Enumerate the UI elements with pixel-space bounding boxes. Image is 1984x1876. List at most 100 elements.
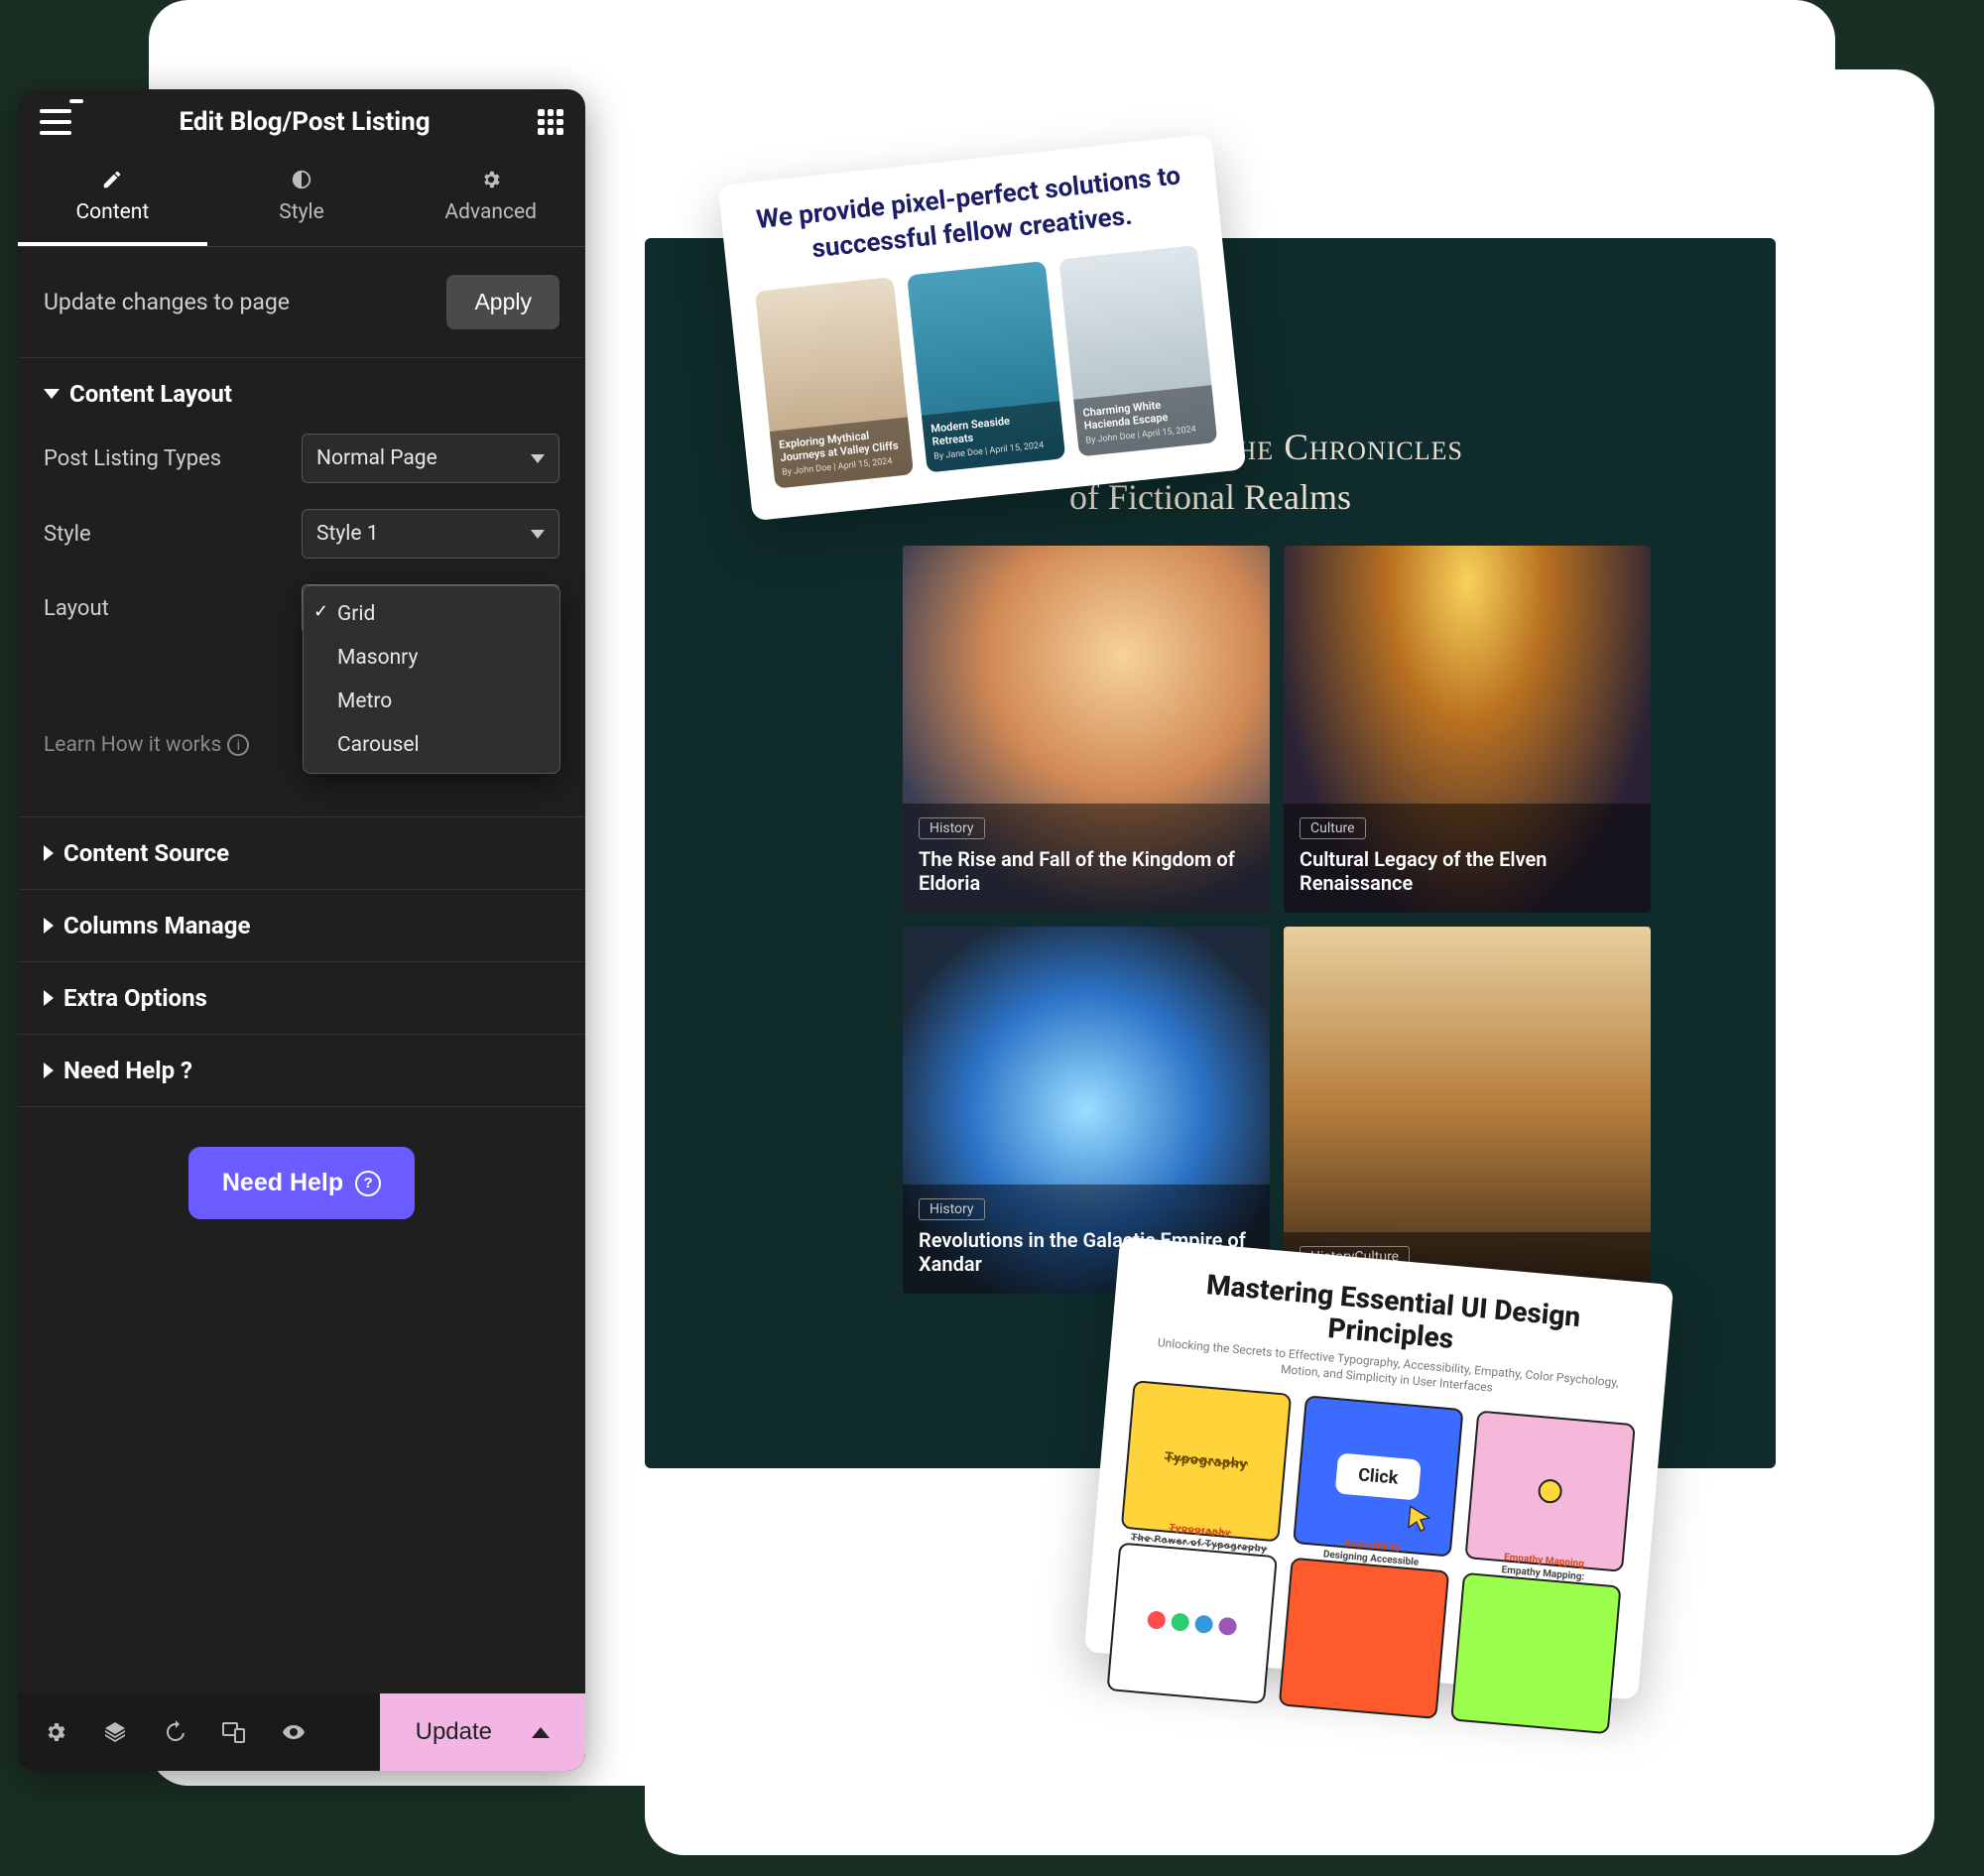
chevron-right-icon [44, 1063, 54, 1078]
help-icon: ? [355, 1171, 381, 1196]
update-button[interactable]: Update [380, 1693, 585, 1771]
mini-card[interactable]: Modern Seaside Retreats By Jane Doe | Ap… [907, 261, 1065, 473]
editor-tabs: Content Style Advanced [18, 155, 585, 247]
section-need-help: Need Help ? [18, 1035, 585, 1107]
tab-label: Content [75, 200, 149, 224]
chevron-down-icon [531, 530, 545, 539]
chevron-down-icon [531, 454, 545, 463]
tile-green[interactable] [1450, 1572, 1621, 1734]
tab-content[interactable]: Content [18, 155, 207, 246]
chevron-right-icon [44, 918, 54, 934]
apps-icon[interactable] [538, 109, 563, 135]
section-header-content-layout[interactable]: Content Layout [44, 380, 559, 408]
color-dot-icon [1218, 1617, 1238, 1637]
layout-option-masonry[interactable]: Masonry [304, 636, 559, 680]
notification-dot-icon [69, 99, 83, 103]
pencil-icon [99, 167, 125, 192]
responsive-icon[interactable] [220, 1718, 248, 1746]
tile-click[interactable]: Click Accessibility Designing Accessible… [1293, 1395, 1463, 1557]
mini-card[interactable]: Charming White Hacienda Escape By John D… [1058, 245, 1217, 457]
select-value: Style 1 [316, 522, 379, 546]
color-dot-icon [1194, 1615, 1214, 1635]
select-style[interactable]: Style 1 [302, 509, 559, 559]
post-card[interactable]: Culture Cultural Legacy of the Elven Ren… [1284, 546, 1651, 913]
layout-option-grid[interactable]: Grid [304, 592, 559, 636]
tile-colors[interactable] [1106, 1543, 1277, 1704]
mini-card[interactable]: Exploring Mythical Journeys at Valley Cl… [755, 277, 914, 489]
need-help-button-label: Need Help [222, 1169, 343, 1197]
preview-grid: History The Rise and Fall of the Kingdom… [903, 546, 1651, 1294]
section-header-need-help[interactable]: Need Help ? [44, 1057, 559, 1084]
section-header-content-source[interactable]: Content Source [44, 839, 559, 867]
field-post-listing-types: Post Listing Types Normal Page [44, 434, 559, 483]
layout-option-metro[interactable]: Metro [304, 680, 559, 723]
tab-advanced[interactable]: Advanced [396, 155, 585, 246]
tile-orange[interactable] [1279, 1558, 1449, 1719]
floating-preview-top: We provide pixel-perfect solutions to su… [718, 134, 1247, 521]
section-header-extra-options[interactable]: Extra Options [44, 984, 559, 1012]
section-content-source: Content Source [18, 817, 585, 890]
field-label: Post Listing Types [44, 446, 221, 471]
preview-icon[interactable] [280, 1718, 308, 1746]
mini-card-band: Modern Seaside Retreats By Jane Doe | Ap… [922, 401, 1065, 473]
post-card[interactable]: History The Rise and Fall of the Kingdom… [903, 546, 1270, 913]
field-style: Style Style 1 [44, 509, 559, 559]
tab-label: Style [279, 200, 324, 224]
footer-icons [18, 1718, 380, 1746]
post-card[interactable]: History Revolutions in the Galactic Empi… [903, 927, 1270, 1294]
chevron-right-icon [44, 845, 54, 861]
field-label: Style [44, 522, 91, 547]
chevron-up-icon [532, 1727, 550, 1738]
post-card-overlay: Culture Cultural Legacy of the Elven Ren… [1284, 804, 1651, 913]
settings-icon[interactable] [42, 1718, 69, 1746]
menu-icon[interactable] [40, 109, 71, 135]
section-title: Extra Options [63, 984, 207, 1012]
apply-button[interactable]: Apply [446, 275, 559, 329]
editor-title: Edit Blog/Post Listing [179, 107, 430, 137]
section-content-layout: Content Layout Post Listing Types Normal… [18, 358, 585, 817]
chevron-right-icon [44, 990, 54, 1006]
layout-dropdown: Grid Masonry Metro Carousel [303, 585, 560, 774]
chevron-down-icon [44, 389, 60, 399]
section-columns-manage: Columns Manage [18, 890, 585, 962]
tab-label: Advanced [444, 200, 537, 224]
apply-row: Update changes to page Apply [18, 247, 585, 358]
post-title: The Rise and Fall of the Kingdom of Eldo… [919, 847, 1254, 895]
contrast-icon [289, 167, 314, 192]
learn-link-text: Learn How it works [44, 733, 221, 757]
field-label: Layout [44, 584, 109, 621]
update-button-label: Update [416, 1718, 492, 1746]
tile-typography[interactable]: Typography Typography The Power of Typog… [1121, 1380, 1292, 1542]
tile-word: Click [1335, 1452, 1423, 1500]
post-tag: History [919, 817, 985, 839]
tab-style[interactable]: Style [207, 155, 397, 246]
select-value: Normal Page [316, 446, 437, 470]
post-card[interactable]: HistoryCulture [1284, 927, 1651, 1294]
color-dots [1147, 1610, 1237, 1636]
color-dot-icon [1147, 1610, 1167, 1630]
layers-icon[interactable] [101, 1718, 129, 1746]
section-title: Content Layout [69, 380, 232, 408]
section-title: Need Help ? [63, 1057, 192, 1084]
color-dot-icon [1171, 1613, 1190, 1633]
smiley-icon [1538, 1478, 1563, 1504]
floating-top-row: Exploring Mythical Journeys at Valley Cl… [755, 245, 1217, 489]
tile-empathy[interactable]: Empathy Mapping Empathy Mapping: Underst… [1464, 1411, 1635, 1572]
help-icon: i [227, 734, 249, 756]
editor-header: Edit Blog/Post Listing [18, 89, 585, 155]
history-icon[interactable] [161, 1718, 188, 1746]
mini-card-band: Charming White Hacienda Escape By John D… [1073, 385, 1217, 457]
cursor-icon [1403, 1504, 1435, 1537]
section-title: Content Source [63, 839, 229, 867]
floating-preview-bottom: Mastering Essential UI Design Principles… [1084, 1236, 1674, 1699]
need-help-button[interactable]: Need Help ? [188, 1147, 415, 1219]
post-title: Cultural Legacy of the Elven Renaissance [1300, 847, 1635, 895]
editor-footer: Update [18, 1693, 585, 1771]
post-card-overlay: History The Rise and Fall of the Kingdom… [903, 804, 1270, 913]
post-tag: History [919, 1198, 985, 1220]
select-post-listing-types[interactable]: Normal Page [302, 434, 559, 483]
layout-option-carousel[interactable]: Carousel [304, 723, 559, 767]
select-layout[interactable]: Grid Grid Masonry Metro Carousel [302, 584, 559, 634]
mini-card-band: Exploring Mythical Journeys at Valley Cl… [770, 417, 914, 489]
section-header-columns-manage[interactable]: Columns Manage [44, 912, 559, 939]
